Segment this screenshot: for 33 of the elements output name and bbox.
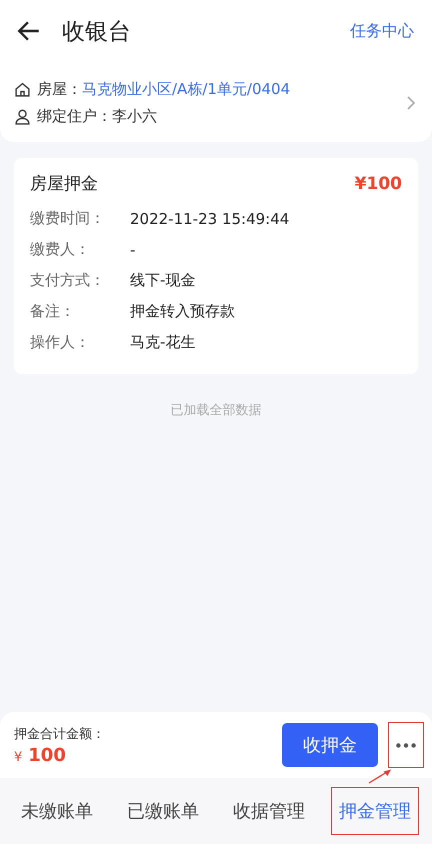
house-icon: [14, 81, 31, 98]
tab[interactable]: 收据管理: [233, 799, 305, 823]
person-icon: [14, 108, 31, 125]
total-label: 押金合计金额：: [14, 726, 106, 742]
field-label: 房屋：: [37, 80, 82, 99]
field-value: 押金转入预存款: [130, 302, 235, 321]
field-value: -: [130, 240, 136, 258]
field-label: 缴费人：: [30, 240, 91, 259]
record-amount: ¥100: [354, 174, 402, 194]
house-card[interactable]: 房屋：马克物业小区/A栋/1单元/0404 绑定住户：李小六: [0, 62, 432, 142]
field-value: 线下-现金: [130, 271, 196, 290]
field-value: 马克-花生: [130, 333, 196, 352]
collect-deposit-button[interactable]: 收押金: [282, 723, 378, 767]
field-value: 马克物业小区/A栋/1单元/0404: [82, 80, 290, 99]
field-label: 绑定住户：: [37, 107, 112, 126]
task-center-link[interactable]: 任务中心: [350, 20, 414, 42]
record-title: 房屋押金: [30, 173, 98, 195]
tab[interactable]: 押金管理: [339, 799, 411, 823]
tab[interactable]: 已缴账单: [127, 799, 199, 823]
chevron-right-icon: [406, 95, 416, 111]
field-label: 操作人：: [30, 333, 91, 352]
annotation-arrow: [368, 768, 392, 784]
more-icon[interactable]: [395, 742, 417, 748]
tab[interactable]: 未缴账单: [21, 799, 93, 823]
list-end-text: 已加载全部数据: [170, 402, 262, 419]
field-label: 支付方式：: [30, 271, 106, 290]
page-title: 收银台: [62, 18, 132, 46]
total-amount: 100: [28, 744, 66, 766]
field-label: 备注：: [30, 302, 76, 321]
currency-symbol: ¥: [14, 750, 22, 764]
field-label: 缴费时间：: [30, 209, 106, 228]
field-value: 2022-11-23 15:49:44: [130, 210, 290, 228]
field-value: 李小六: [112, 107, 157, 126]
